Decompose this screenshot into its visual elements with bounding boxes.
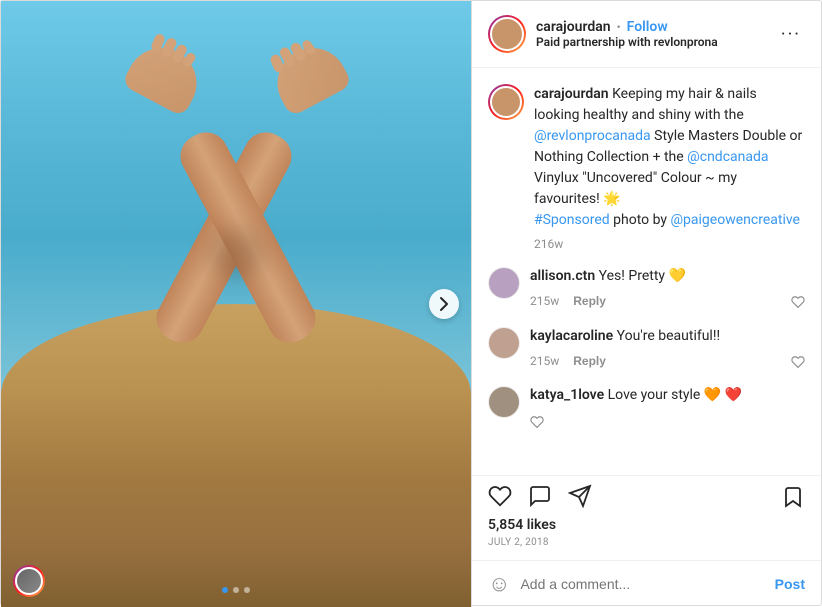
caption-username[interactable]: carajourdan <box>534 86 609 102</box>
post-image <box>1 1 471 607</box>
revlon-link[interactable]: @revlonprocanada <box>534 128 651 144</box>
comment-1-time: 215w <box>530 294 559 308</box>
caption-row: carajourdan Keeping my hair & nails look… <box>488 84 805 251</box>
comment-2-reply[interactable]: Reply <box>573 354 606 368</box>
comment-3-content: katya_1love Love your style 🧡 ❤️ <box>530 386 805 430</box>
post-comment-button[interactable]: Post <box>775 576 805 592</box>
poster-username[interactable]: carajourdan <box>536 19 611 35</box>
comment-1: allison.ctn Yes! Pretty 💛 215w Reply <box>488 267 805 311</box>
bookmark-button[interactable] <box>781 484 805 509</box>
comment-2-text: kaylacaroline You're beautiful!! <box>530 327 805 347</box>
comment-1-meta: 215w Reply <box>530 292 805 311</box>
kayla-username[interactable]: kaylacaroline <box>530 328 613 344</box>
action-bar: 5,854 likes July 2, 2018 <box>472 475 821 560</box>
allison-username[interactable]: allison.ctn <box>530 268 595 284</box>
kayla-avatar[interactable] <box>488 327 520 359</box>
username-row: carajourdan • Follow <box>536 19 767 35</box>
comment-1-content: allison.ctn Yes! Pretty 💛 215w Reply <box>530 267 805 311</box>
separator-dot: • <box>617 20 621 34</box>
comment-3-text: katya_1love Love your style 🧡 ❤️ <box>530 386 805 406</box>
katya-avatar[interactable] <box>488 386 520 418</box>
follow-button[interactable]: Follow <box>627 19 668 35</box>
likes-count: 5,854 likes <box>488 517 805 533</box>
emoji-button[interactable]: ☺ <box>488 571 510 597</box>
add-comment-row: ☺ Post <box>472 560 821 607</box>
current-user-avatar[interactable] <box>13 565 45 597</box>
dot-2 <box>233 587 239 593</box>
comment-3-heart[interactable] <box>530 411 544 430</box>
post-info: carajourdan • Follow Paid partnership wi… <box>471 1 821 607</box>
photographer-link[interactable]: @paigeowencreative <box>670 212 799 228</box>
share-button[interactable] <box>568 484 592 508</box>
caption-content: carajourdan Keeping my hair & nails look… <box>534 84 805 251</box>
comment-1-reply[interactable]: Reply <box>573 294 606 308</box>
comment-2: kaylacaroline You're beautiful!! 215w Re… <box>488 327 805 371</box>
dot-3 <box>244 587 250 593</box>
dot-1 <box>222 587 228 593</box>
comment-3: katya_1love Love your style 🧡 ❤️ <box>488 386 805 430</box>
action-icons-row <box>488 484 805 509</box>
poster-avatar[interactable] <box>488 15 526 53</box>
comment-2-time: 215w <box>530 354 559 368</box>
comment-3-meta <box>530 411 805 430</box>
post-container: carajourdan • Follow Paid partnership wi… <box>0 0 822 606</box>
comments-section: carajourdan Keeping my hair & nails look… <box>472 68 821 475</box>
partnership-label: Paid partnership with revlonprona <box>536 35 767 49</box>
comment-2-content: kaylacaroline You're beautiful!! 215w Re… <box>530 327 805 371</box>
header-info: carajourdan • Follow Paid partnership wi… <box>536 19 767 49</box>
comment-2-heart[interactable] <box>791 351 805 370</box>
comment-input[interactable] <box>520 576 764 592</box>
post-header: carajourdan • Follow Paid partnership wi… <box>472 1 821 68</box>
caption-time: 216w <box>534 237 805 251</box>
sponsored-link[interactable]: #Sponsored <box>534 212 610 228</box>
post-date: July 2, 2018 <box>488 537 805 548</box>
comment-button[interactable] <box>528 484 552 508</box>
image-dots <box>222 587 250 593</box>
allison-avatar[interactable] <box>488 267 520 299</box>
more-options-button[interactable]: ··· <box>777 24 805 45</box>
cnd-link[interactable]: @cndcanada <box>687 149 768 165</box>
caption-avatar[interactable] <box>488 84 524 120</box>
comment-1-text: allison.ctn Yes! Pretty 💛 <box>530 267 805 287</box>
comment-1-heart[interactable] <box>791 292 805 311</box>
like-button[interactable] <box>488 484 512 508</box>
katya-username[interactable]: katya_1love <box>530 387 604 403</box>
comment-2-meta: 215w Reply <box>530 351 805 370</box>
caption-text: carajourdan Keeping my hair & nails look… <box>534 84 805 231</box>
next-arrow[interactable] <box>429 289 459 319</box>
